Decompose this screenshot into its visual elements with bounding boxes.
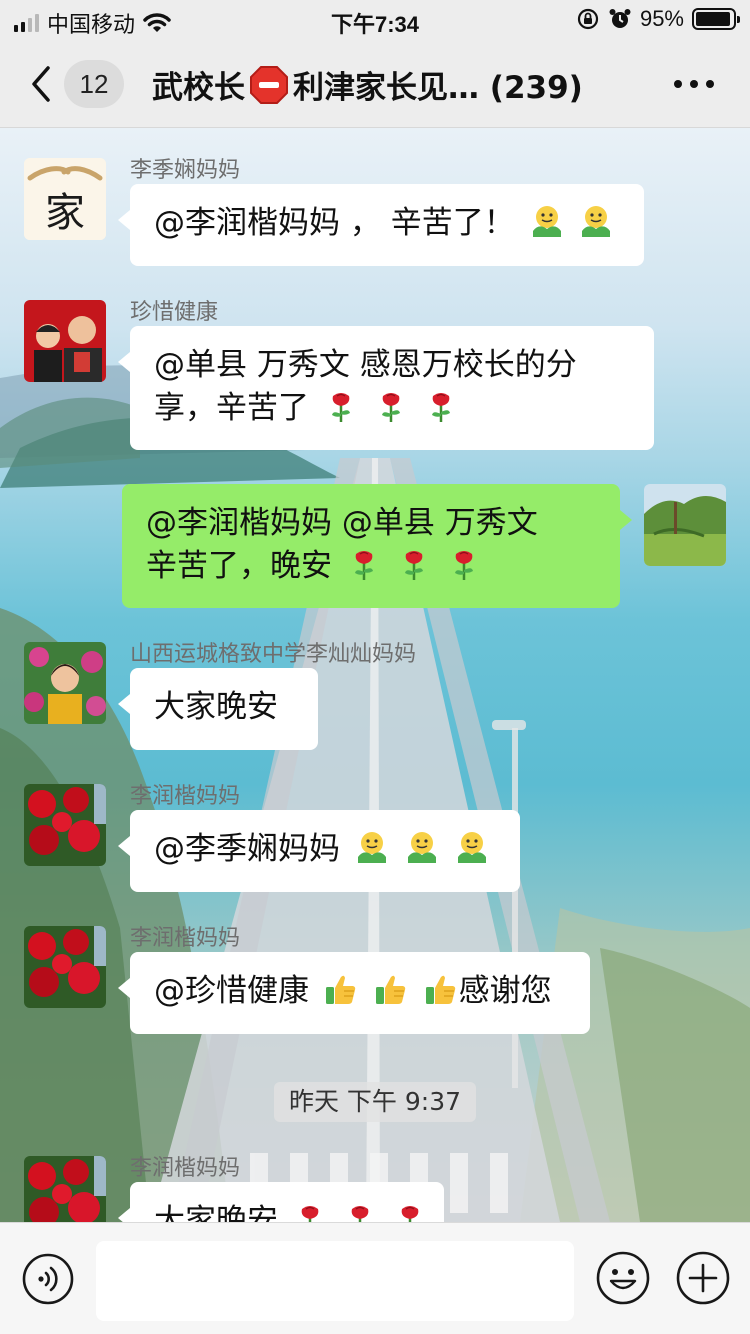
thumbs-up-icon <box>423 971 459 1007</box>
sender-name: 珍惜健康 <box>130 300 219 325</box>
sender-name: 李季娴妈妈 <box>130 158 241 183</box>
svg-text:家: 家 <box>45 190 85 236</box>
message-text: @李润楷妈妈 ， 辛苦了！ <box>154 205 515 241</box>
hugging-face-icon <box>404 829 440 865</box>
emoji-icon[interactable] <box>596 1251 650 1305</box>
more-options-icon[interactable] <box>674 80 714 88</box>
message-input[interactable] <box>96 1241 574 1321</box>
hugging-face-icon <box>529 203 565 239</box>
message-text: @珍惜健康 <box>154 973 309 1009</box>
message-bubble[interactable]: @李润楷妈妈 ， 辛苦了！ <box>118 184 644 266</box>
message-bubble[interactable]: @李季娴妈妈 <box>118 810 520 892</box>
avatar[interactable] <box>24 926 106 1008</box>
message-text-line: @李润楷妈妈 @单县 万秀文 <box>146 505 538 541</box>
back-chevron-icon[interactable] <box>26 62 56 106</box>
avatar[interactable] <box>24 642 106 724</box>
sender-name: 李润楷妈妈 <box>130 784 241 809</box>
message-text: 大家晚安 <box>154 689 278 725</box>
rotation-lock-icon <box>577 8 599 30</box>
alarm-icon <box>609 9 631 28</box>
message-text-line: 享，辛苦了 <box>154 390 309 426</box>
rose-icon <box>446 546 482 582</box>
avatar-self[interactable] <box>644 484 726 566</box>
avatar[interactable] <box>24 300 106 382</box>
hugging-face-icon <box>454 829 490 865</box>
message-bubble[interactable]: 大家晚安 <box>118 668 318 750</box>
chat-header: 12 武校长 利津家长见… (239) <box>0 40 750 128</box>
message-text: @李季娴妈妈 <box>154 831 340 867</box>
chat-wallpaper <box>0 128 750 1222</box>
chat-title-part2: 利津家长见… (239) <box>293 70 583 106</box>
rose-icon <box>396 546 432 582</box>
status-right: 95% <box>576 6 740 32</box>
message-text-line: 辛苦了，晚安 <box>146 548 332 584</box>
hugging-face-icon <box>578 203 614 239</box>
rose-icon <box>323 388 359 424</box>
rose-icon <box>373 388 409 424</box>
battery-icon <box>692 8 740 30</box>
status-bar: 中国移动 下午7:34 95% <box>0 0 750 40</box>
plus-icon[interactable] <box>676 1251 730 1305</box>
sender-name: 山西运城格致中学李灿灿妈妈 <box>130 642 417 667</box>
chat-title-part1: 武校长 <box>152 70 245 106</box>
thumbs-up-icon <box>373 971 409 1007</box>
avatar[interactable] <box>24 784 106 866</box>
message-bubble[interactable]: @单县 万秀文 感恩万校长的分 享，辛苦了 <box>118 326 654 450</box>
time-divider: 昨天 下午 9:37 <box>274 1082 476 1122</box>
hugging-face-icon <box>354 829 390 865</box>
rose-icon <box>423 388 459 424</box>
avatar[interactable]: 家 <box>24 158 106 240</box>
message-text-line: @单县 万秀文 感恩万校长的分 <box>154 347 577 383</box>
message-bubble[interactable]: @珍惜健康 感谢您 <box>118 952 590 1034</box>
message-bubble-self[interactable]: @李润楷妈妈 @单县 万秀文 辛苦了，晚安 <box>122 484 632 608</box>
battery-percent: 95% <box>639 6 684 31</box>
sender-name: 李润楷妈妈 <box>130 926 241 951</box>
thumbs-up-icon <box>323 971 359 1007</box>
chat-title[interactable]: 武校长 利津家长见… (239) <box>152 62 632 107</box>
sender-name: 李润楷妈妈 <box>130 1156 241 1181</box>
message-text: 感谢您 <box>458 973 552 1009</box>
unread-count-badge[interactable]: 12 <box>64 60 124 108</box>
voice-input-icon[interactable] <box>22 1253 74 1305</box>
stop-sign-icon <box>250 65 288 104</box>
input-bar <box>0 1222 750 1334</box>
rose-icon <box>346 546 382 582</box>
